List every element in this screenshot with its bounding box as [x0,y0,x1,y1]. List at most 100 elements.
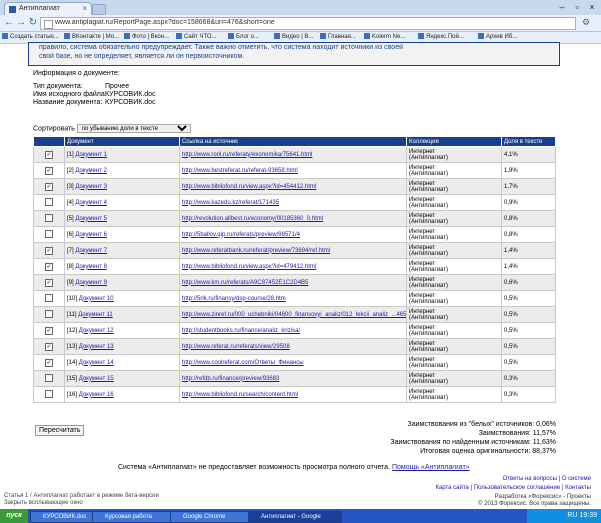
close-tab-icon[interactable]: × [82,4,87,13]
row-source-link[interactable]: http://www.kazedu.kz/referat/171435 [182,200,279,206]
row-source-link[interactable]: http://www.referat.ru/referats/view/2950… [182,344,290,350]
row-collection-cell: Интернет (Антиплагиат) [406,226,502,243]
row-checkbox[interactable]: ✓ [45,326,53,335]
footer-links-1[interactable]: Ответы на вопросы | О системе [503,476,591,482]
row-source-link[interactable]: http://revolution.allbest.ru/economy/001… [182,216,323,222]
row-share-cell: 0,5% [501,290,556,307]
row-source-link[interactable]: http://www.bibliofond.ru/view.aspx?id=45… [182,184,316,190]
row-doc-link[interactable]: Документ 10 [79,296,114,302]
row-checkbox[interactable] [45,229,53,238]
row-doc-link[interactable]: Документ 2 [75,168,107,174]
row-checkbox[interactable] [45,389,53,398]
row-source-link[interactable]: http://www.km.ru/referats/A9C87452E1C2D4… [182,280,308,286]
row-checkbox[interactable]: ✓ [45,278,53,287]
row-collection-cell: Интернет (Антиплагиат) [406,386,502,403]
row-collection-cell: Интернет (Антиплагиат) [406,194,502,211]
bookmark-item[interactable]: Главная... [320,33,362,42]
maximize-icon[interactable]: ▫ [571,2,583,12]
table-row: ✓ [14] Документ 14 http://www.coolreferat.… [33,354,556,371]
row-collection-2: (Антиплагиат) [409,250,448,257]
row-share-cell: 1,4% [501,258,556,275]
footnote-link[interactable]: Помощь «Антиплагиат» [392,464,470,471]
taskbar: пуск КУРСОВИК.doc Курсовая работа Google… [0,509,601,523]
row-source-link[interactable]: http://www.ronl.ru/referaty/ekonomika/75… [182,152,312,158]
footer-links-2[interactable]: Карта сайта | Пользовательское соглашени… [435,485,591,491]
row-checkbox[interactable] [45,309,53,318]
browser-tab[interactable]: Антиплагиат × [4,2,92,16]
row-source-link[interactable]: http://www.referatbank.ru/referat/previe… [182,248,330,254]
col-header-document[interactable]: Документ [64,136,180,147]
row-source-link[interactable]: http://www.bibliofond.ru/view.aspx?id=47… [182,264,316,270]
row-source-cell: http://www.bibliofond.ru/search/content.… [179,386,407,403]
sort-select[interactable]: по убыванию доли в тексте [76,124,191,133]
row-doc-link[interactable]: Документ 9 [75,280,107,286]
row-checkbox[interactable] [45,293,53,302]
row-source-link[interactable]: http://www.bestreferat.ru/referat-93658.… [182,168,298,174]
bookmark-item[interactable]: Яндекс.Пой... [418,33,476,42]
row-checkbox[interactable]: ✓ [45,150,53,159]
row-check-cell: ✓ [33,162,65,179]
row-doc-link[interactable]: Документ 1 [75,152,107,158]
row-checkbox[interactable]: ✓ [45,358,53,367]
row-doc-link[interactable]: Документ 12 [79,328,114,334]
row-check-cell [33,226,65,243]
row-source-link[interactable]: http://www.bibliofond.ru/search/content.… [182,392,298,398]
row-doc-cell: [9] Документ 9 [64,274,180,291]
row-doc-link[interactable]: Документ 14 [79,360,114,366]
reload-icon[interactable]: ↻ [27,17,39,29]
row-doc-cell: [4] Документ 4 [64,194,180,211]
row-checkbox[interactable]: ✓ [45,246,53,255]
bookmark-icon [176,33,182,39]
row-doc-cell: [3] Документ 3 [64,178,180,195]
row-doc-link[interactable]: Документ 6 [75,232,107,238]
col-header-collection[interactable]: Коллекция [406,136,502,147]
row-source-link[interactable]: http://www.coolreferat.com/Ответы_Финанс… [182,360,304,366]
taskbar-button[interactable]: КУРСОВИК.doc [30,511,100,523]
status-line-2[interactable]: Закрыть всплывающее окно [4,500,83,506]
row-checkbox[interactable]: ✓ [45,342,53,351]
row-doc-link[interactable]: Документ 3 [75,184,107,190]
row-doc-link[interactable]: Документ 7 [75,248,107,254]
taskbar-button[interactable]: Google Chrome [170,511,254,523]
wrench-menu-icon[interactable]: ⚙ [580,17,592,29]
row-doc-link[interactable]: Документ 8 [75,264,107,270]
bookmark-item[interactable]: Блог о... [228,33,272,42]
bookmark-item[interactable]: Kolerm Ne... [364,33,416,42]
row-doc-link[interactable]: Документ 15 [79,376,114,382]
row-doc-link[interactable]: Документ 16 [79,392,114,398]
bookmark-item[interactable]: ВКонтакте | Мо... [64,33,122,42]
row-checkbox[interactable]: ✓ [45,182,53,191]
minimize-icon[interactable]: – [556,2,568,12]
bookmark-item[interactable]: Видео | В... [274,33,318,42]
row-doc-link[interactable]: Документ 13 [79,344,114,350]
row-source-link[interactable]: http://5rik.ru/finansy/dsp-course/28.htm [182,296,286,302]
row-source-link[interactable]: http://studentbooks.ru/finance/analiz_kr… [182,328,300,334]
row-doc-link[interactable]: Документ 5 [75,216,107,222]
bookmark-item[interactable]: Создать статью... [2,33,62,42]
bookmark-item[interactable]: Архив Иб... [478,33,528,42]
start-button[interactable]: пуск [0,509,28,523]
address-bar[interactable]: www.antiplagiat.ru/ReportPage.aspx?doc=1… [40,17,576,30]
bookmark-item[interactable]: Сайт ЧТО... [176,33,226,42]
row-source-link[interactable]: http://refdb.ru/finance/preview/93683 [182,376,279,382]
row-checkbox[interactable] [45,197,53,206]
forward-icon[interactable]: → [15,17,27,29]
row-checkbox[interactable] [45,213,53,222]
taskbar-button-active[interactable]: Антиплагиат - Google [248,511,342,523]
taskbar-button[interactable]: Курсовая работа [92,511,176,523]
col-header-share[interactable]: Доля в тексте [501,136,556,147]
recalculate-button[interactable]: Пересчитать [35,425,85,436]
col-header-link[interactable]: Ссылка на источник [179,136,407,147]
row-doc-link[interactable]: Документ 4 [75,200,107,206]
bookmark-item[interactable]: Фото | Вкон... [124,33,174,42]
new-tab-button[interactable] [92,4,106,15]
back-icon[interactable]: ← [3,17,15,29]
row-source-link[interactable]: http://www.zinref.ru/000_uchebniki/04600… [182,312,406,318]
row-checkbox[interactable]: ✓ [45,262,53,271]
row-checkbox[interactable] [45,373,53,382]
row-doc-link[interactable]: Документ 11 [78,312,113,318]
table-row: ✓ [13] Документ 13 http://www.referat.ru/r… [33,338,556,355]
close-window-icon[interactable]: × [586,2,598,12]
row-checkbox[interactable]: ✓ [45,166,53,175]
row-source-link[interactable]: http://5ballov.qip.ru/referats/preview/9… [182,232,300,238]
